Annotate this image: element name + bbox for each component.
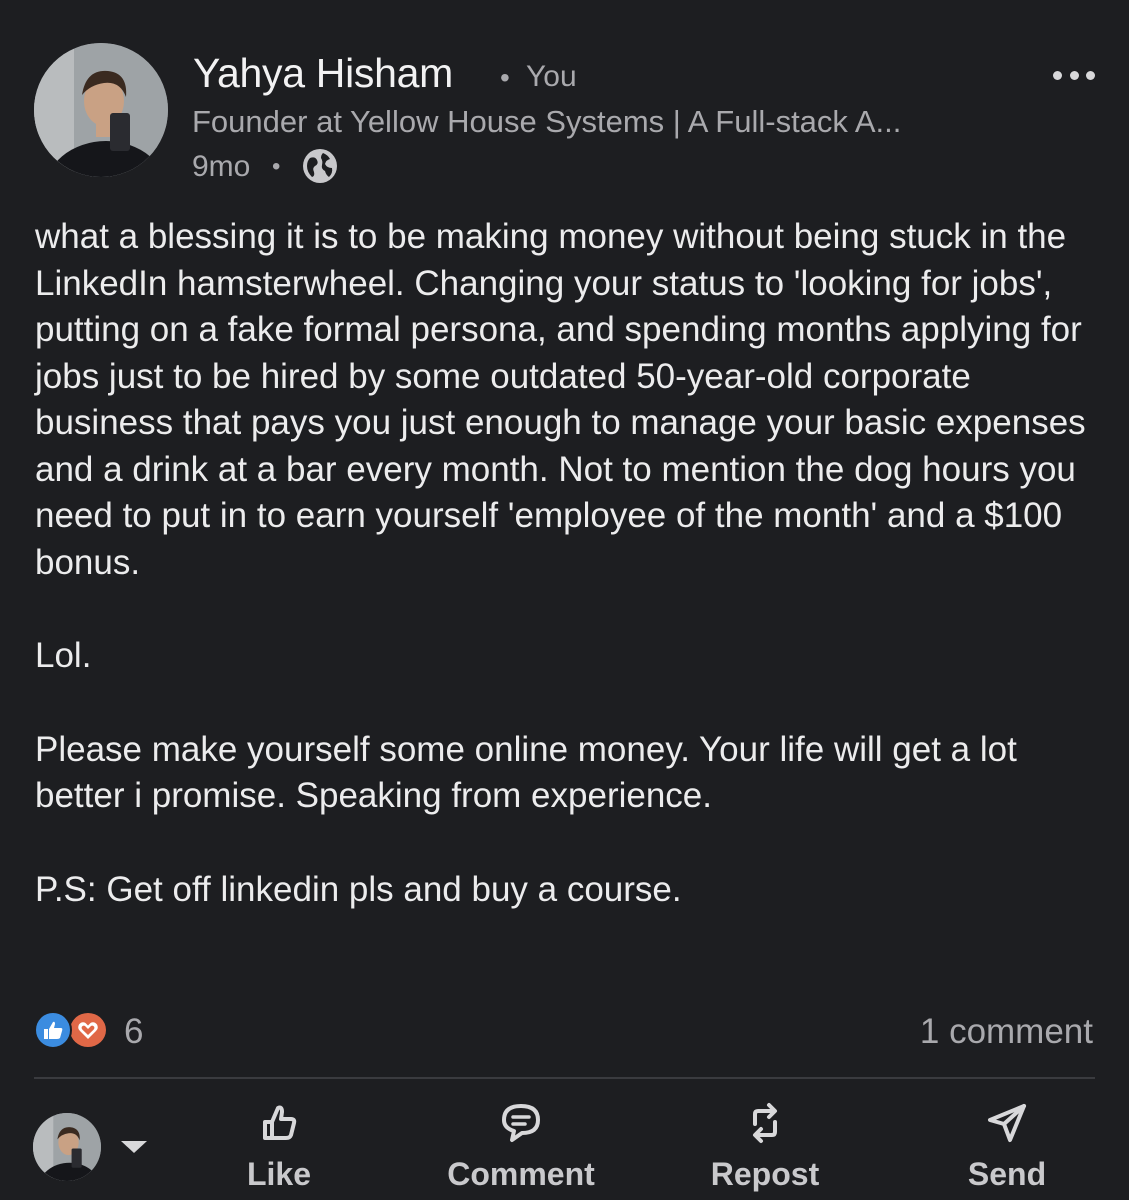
author-name[interactable]: Yahya Hisham [193,50,453,97]
author-headline: Founder at Yellow House Systems | A Full… [192,104,902,139]
like-label: Like [246,1156,312,1192]
more-options-button[interactable] [1053,60,1095,90]
author-avatar[interactable] [34,43,168,177]
chevron-down-icon[interactable] [121,1141,147,1153]
comment-count[interactable]: 1 comment [920,1012,1093,1052]
post-timestamp: 9mo [192,150,251,183]
linkedin-post: Yahya Hisham • You Founder at Yellow Hou… [0,0,1129,1200]
divider [34,1077,1095,1079]
love-reaction-icon [68,1011,108,1049]
comment-button[interactable]: Comment [421,1098,621,1198]
post-paragraph: Lol. [35,636,92,675]
send-button[interactable]: Send [907,1098,1107,1198]
dot-icon [1053,70,1062,80]
post-paragraph: Please make yourself some online money. … [35,729,1017,816]
post-body: what a blessing it is to be making money… [35,214,1105,913]
actor-avatar[interactable] [33,1113,101,1181]
comment-icon [502,1104,540,1142]
like-reaction-icon [34,1011,72,1049]
dot-icon [1069,70,1079,80]
post-paragraph: what a blessing it is to be making money… [35,217,1086,582]
repost-button[interactable]: Repost [665,1098,865,1198]
repost-label: Repost [710,1156,820,1192]
like-button[interactable]: Like [179,1098,379,1198]
separator-dot: • [272,153,281,180]
globe-icon [303,149,337,183]
thumbs-up-icon [263,1105,297,1140]
send-icon [988,1104,1026,1142]
separator-dot: • [500,62,510,93]
post-paragraph: P.S: Get off linkedin pls and buy a cour… [35,869,682,909]
reaction-count[interactable]: 6 [124,1012,143,1052]
dot-icon [1086,70,1095,80]
send-label: Send [967,1156,1047,1192]
author-relation: You [526,60,577,93]
comment-label: Comment [447,1156,595,1192]
repost-icon [753,1103,777,1143]
